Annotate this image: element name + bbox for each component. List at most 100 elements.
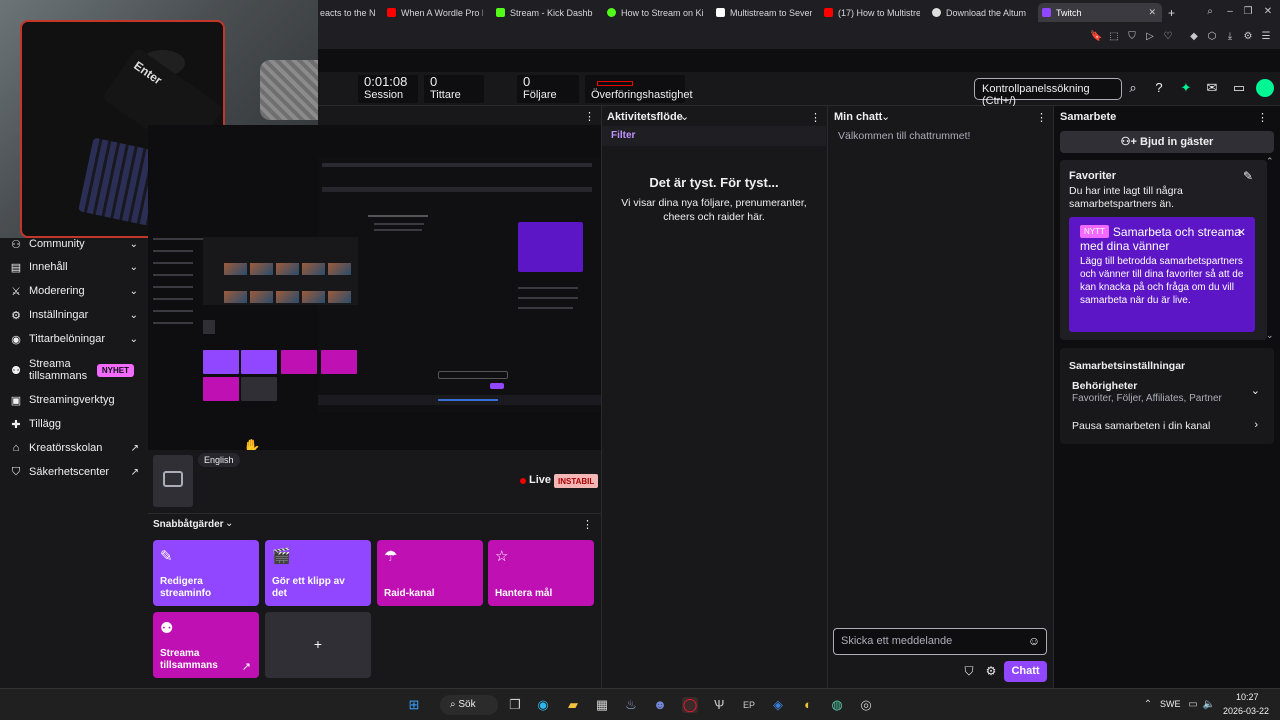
chevron-down-icon[interactable]: ⌄ [225, 518, 233, 529]
clip-button[interactable]: 🎬 Gör ett klipp av det [265, 540, 371, 606]
heart-icon[interactable]: ♡ [1162, 31, 1174, 43]
file-explorer-icon[interactable]: ▰ [565, 697, 581, 713]
chat-message-input[interactable]: Skicka ett meddelande [833, 628, 1047, 655]
bitrate-graph [591, 75, 685, 89]
store-icon[interactable]: ▦ [594, 697, 610, 713]
play-icon[interactable]: ▷ [1144, 31, 1156, 43]
filter-bar[interactable]: Filter [602, 126, 826, 146]
browser-tab[interactable]: Stream - Kick Dashb [492, 3, 594, 22]
avatar[interactable] [1256, 79, 1274, 97]
permissions-row[interactable]: Behörigheter Favoriter, Följer, Affiliat… [1060, 376, 1274, 410]
sidebar-item-label: Inställningar [29, 309, 89, 321]
language-tag[interactable]: English [198, 453, 240, 467]
more-options-icon[interactable]: ⋮ [1036, 111, 1047, 124]
sidebar-item-creator-school[interactable]: ⌂ Kreatörsskolan ↗ [0, 436, 148, 460]
moderation-icon: ⚔ [11, 285, 21, 298]
more-options-icon[interactable]: ⋮ [582, 518, 593, 531]
more-options-icon[interactable]: ⋮ [584, 110, 595, 123]
search-tabs-icon[interactable]: ⌕ [1204, 6, 1216, 18]
sidebar-item-streaming-tools[interactable]: ▣ Streamingverktyg [0, 388, 148, 412]
shield-mod-icon[interactable]: ⛉ [962, 664, 976, 678]
inbox-icon[interactable]: ✉ [1204, 80, 1220, 96]
viewers-stat: 0 Tittare [424, 75, 484, 103]
browser-tab[interactable]: When A Wordle Pro P [383, 3, 483, 22]
start-icon[interactable]: ⊞ [406, 697, 422, 713]
raid-channel-button[interactable]: ☂ Raid-kanal [377, 540, 483, 606]
stream-preview[interactable]: ✋ [148, 125, 601, 450]
edge-icon[interactable]: ◉ [535, 697, 551, 713]
search-icon[interactable]: ⌕ [1125, 80, 1141, 96]
menu-icon[interactable]: ☰ [1260, 31, 1272, 43]
volume-icon[interactable]: 🔈 [1201, 697, 1217, 713]
category-thumbnail[interactable] [153, 455, 193, 507]
maximize-icon[interactable]: ❐ [1242, 6, 1254, 18]
sparkle-icon[interactable]: ✦ [1178, 80, 1194, 96]
app-icon[interactable]: ◐ [800, 697, 816, 713]
epic-icon[interactable]: EP [741, 697, 757, 713]
more-options-icon[interactable]: ⋮ [810, 111, 821, 124]
chat-send-button[interactable]: Chatt [1004, 661, 1047, 682]
new-tab-button[interactable]: + [1164, 3, 1178, 22]
shield-icon[interactable]: ⛉ [1126, 31, 1138, 43]
edit-stream-info-button[interactable]: ✎ Redigera streaminfo [153, 540, 259, 606]
opera-icon[interactable]: ◯ [682, 697, 698, 713]
language-indicator[interactable]: SWE [1160, 699, 1181, 709]
scroll-up-icon[interactable]: ⌃ [1266, 156, 1274, 167]
network-icon[interactable]: ▭ [1185, 697, 1201, 713]
app-icon[interactable]: ◍ [829, 697, 845, 713]
taskbar-search[interactable]: ⌕ Sök [440, 695, 498, 715]
browser-tab[interactable]: eacts to the N [316, 3, 380, 22]
tab-label: Download the Altum [946, 7, 1027, 18]
more-options-icon[interactable]: ⋮ [1257, 111, 1268, 124]
close-window-icon[interactable]: ✕ [1262, 6, 1274, 18]
dashboard-search-input[interactable]: Kontrollpanelssökning (Ctrl+/) [974, 78, 1122, 107]
task-view-icon[interactable]: ❐ [507, 697, 523, 713]
manage-goals-button[interactable]: ☆ Hantera mål [488, 540, 594, 606]
screenshot-icon[interactable]: ⬚ [1108, 31, 1120, 43]
steam-icon[interactable]: ♨ [623, 697, 639, 713]
settings-icon[interactable]: ⚙ [1242, 31, 1254, 43]
invite-guests-button[interactable]: ⚇+ Bjud in gäster [1060, 131, 1274, 153]
sidebar-item-stream-together[interactable]: ⚉ Streama tillsammans NYHET [0, 356, 148, 384]
emoji-icon[interactable]: ☺ [1027, 634, 1041, 648]
obs-icon[interactable]: ◎ [858, 697, 874, 713]
scroll-down-icon[interactable]: ⌄ [1266, 330, 1274, 341]
sidebar-item-settings[interactable]: ⚙ Inställningar ⌄ [0, 303, 148, 327]
clock-time[interactable]: 10:27 [1236, 692, 1259, 702]
sidebar-item-extensions[interactable]: ✚ Tillägg [0, 412, 148, 436]
tray-chevron-icon[interactable]: ⌃ [1140, 697, 1156, 713]
chevron-down-icon[interactable]: ⌄ [680, 110, 689, 123]
browser-tab-active[interactable]: Twitch ✕ [1038, 3, 1162, 22]
tab-label: How to Stream on Ki [621, 7, 703, 18]
download-icon[interactable]: ⤓ [1224, 31, 1236, 43]
bookmark-icon[interactable]: 🔖 [1090, 31, 1102, 43]
chevron-down-icon[interactable]: ⌄ [881, 110, 890, 123]
external-link-icon: ↗ [130, 466, 139, 478]
gear-icon[interactable]: ⚙ [984, 664, 998, 678]
discord-icon[interactable]: ☻ [652, 697, 668, 713]
sidebar-item-community[interactable]: ⚇ Community ⌄ [0, 232, 148, 256]
sidebar-item-safety-center[interactable]: ⛉ Säkerhetscenter ↗ [0, 460, 148, 484]
sidebar-item-content[interactable]: ▤ Innehåll ⌄ [0, 255, 148, 279]
close-tab-icon[interactable]: ✕ [1148, 7, 1156, 18]
add-quick-action-button[interactable]: + [265, 612, 371, 678]
puzzle-icon[interactable]: ⬡ [1206, 31, 1218, 43]
sidebar-item-moderation[interactable]: ⚔ Moderering ⌄ [0, 279, 148, 303]
app-icon[interactable]: Ѱ [711, 697, 727, 713]
browser-tab[interactable]: Multistream to Sever [712, 3, 812, 22]
app-icon[interactable]: ◈ [770, 697, 786, 713]
browser-tab[interactable]: How to Stream on Ki [603, 3, 703, 22]
help-icon[interactable]: ? [1151, 80, 1167, 96]
browser-tab[interactable]: (17) How to Multistre [820, 3, 920, 22]
sidebar-item-rewards[interactable]: ◉ Tittarbelöningar ⌄ [0, 327, 148, 351]
filter-link[interactable]: Filter [611, 130, 635, 141]
stream-together-button[interactable]: ⚉ Streama tillsammans ↗ [153, 612, 259, 678]
edit-pencil-icon[interactable]: ✎ [1243, 169, 1253, 183]
pause-collab-row[interactable]: Pausa samarbeten i din kanal › [1060, 416, 1274, 436]
close-icon[interactable]: ✕ [1237, 226, 1246, 239]
whispers-icon[interactable]: ▭ [1231, 80, 1247, 96]
browser-tab[interactable]: Download the Altum [928, 3, 1028, 22]
minimize-icon[interactable]: – [1224, 6, 1236, 18]
clock-date[interactable]: 2026-03-22 [1223, 706, 1269, 716]
extension-icon[interactable]: ◆ [1188, 31, 1200, 43]
